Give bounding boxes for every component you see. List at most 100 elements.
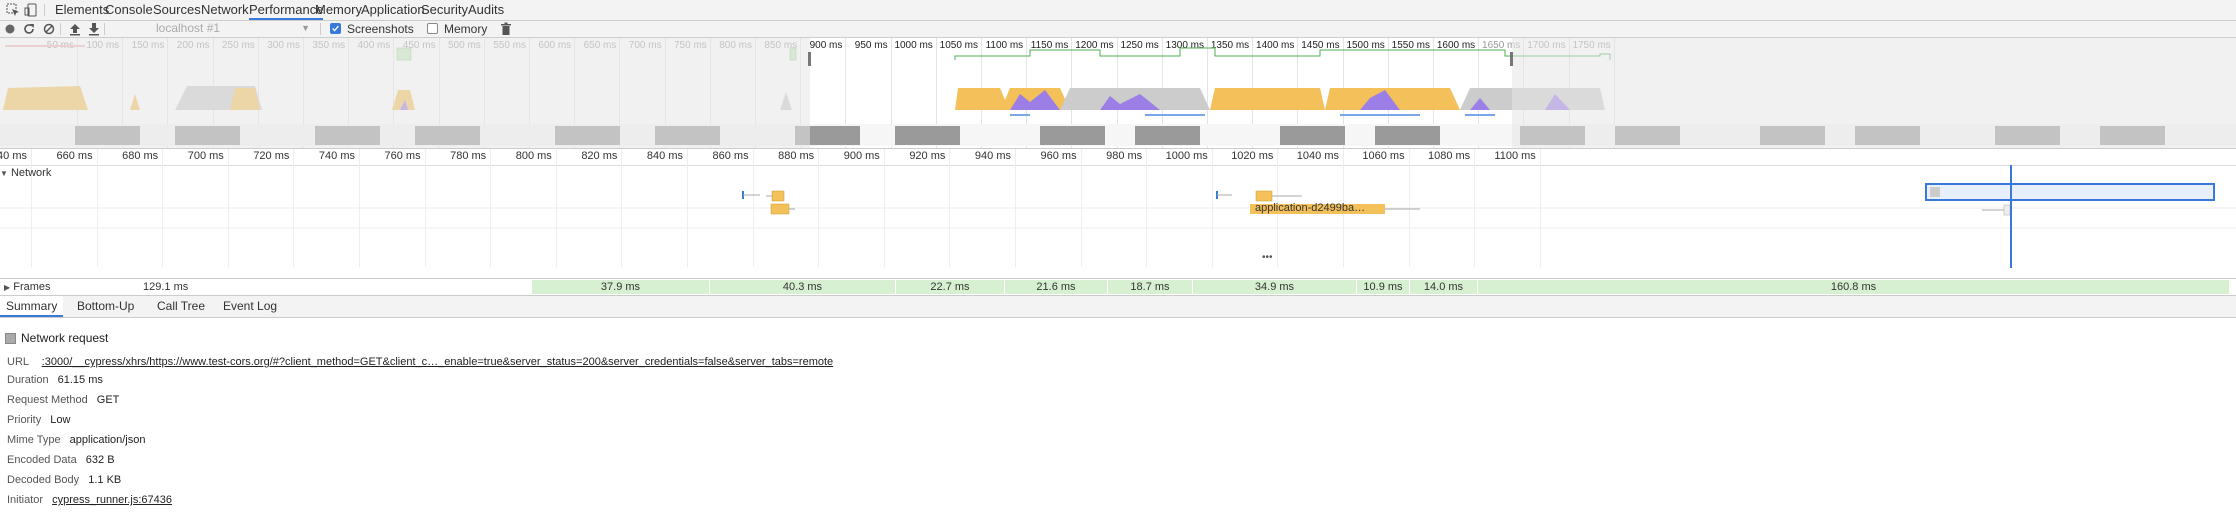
timeline-overview[interactable]: 50 ms100 ms150 ms200 ms250 ms300 ms350 m… [0,38,2236,149]
ruler-tick-label: 980 ms [1106,150,1143,162]
overview-unselected-right [1512,38,2236,148]
method-label: Request Method [7,394,88,406]
overview-unselected-left [0,38,810,148]
frame-bar[interactable]: 18.7 ms [1108,280,1193,294]
ruler-tick-label: 740 ms [318,150,355,162]
frame-bar[interactable]: 129.1 ms [0,280,530,294]
initiator-link[interactable]: cypress_runner.js:67436 [52,494,172,506]
summary-row-priority: Priority Low [7,414,70,426]
summary-row-decoded: Decoded Body 1.1 KB [7,474,121,486]
details-tab-bar: Summary Bottom-Up Call Tree Event Log [0,296,2236,318]
screenshots-checkbox[interactable] [330,23,341,34]
summary-row-encoded: Encoded Data 632 B [7,454,115,466]
profile-select-value: localhost #1 [156,21,221,35]
frame-bar[interactable]: 34.9 ms [1193,280,1357,294]
ruler-tick-label: 920 ms [909,150,946,162]
selection-handle-right[interactable] [1510,52,1513,66]
tab-security[interactable]: Security [421,0,468,20]
decoded-label: Decoded Body [7,474,80,486]
initiator-label: Initiator [7,494,44,506]
ruler-tick-label: 780 ms [450,150,487,162]
url-link[interactable]: :3000/__cypress/xhrs/https://www.test-co… [42,356,834,368]
tab-performance[interactable]: Performance [249,0,324,20]
performance-toolbar: localhost #1 ▼ Screenshots Memory [0,21,2236,38]
tab-console[interactable]: Console [105,0,153,20]
duration-value: 61.15 ms [57,374,103,386]
network-track[interactable]: ▼ Network application-d2499ba… ••• [0,165,2236,268]
tab-network[interactable]: Network [201,0,249,20]
chevron-down-icon: ▼ [301,23,310,33]
ruler-tick-label: 800 ms [515,150,552,162]
summary-row-mime: Mime Type application/json [7,434,146,446]
ruler-tick-label: 880 ms [778,150,815,162]
tab-audits[interactable]: Audits [468,0,504,20]
tab-memory[interactable]: Memory [315,0,362,20]
mime-value: application/json [69,434,146,446]
summary-row-initiator: Initiator cypress_runner.js:67436 [7,494,172,506]
tab-event-log[interactable]: Event Log [223,296,277,317]
checkmark-icon [332,25,339,32]
tab-application[interactable]: Application [361,0,425,20]
record-icon[interactable] [3,22,17,36]
ruler-tick-label: 680 ms [122,150,159,162]
frame-bar[interactable]: 21.6 ms [1005,280,1108,294]
save-profile-icon[interactable] [87,22,101,36]
network-requests-chart [0,165,2236,268]
reload-icon[interactable] [22,22,36,36]
ruler-tick-label: 1000 ms [1165,150,1208,162]
frame-bar[interactable]: 160.8 ms [1478,280,2230,294]
memory-label: Memory [444,22,488,36]
priority-value: Low [50,414,71,426]
tab-elements[interactable]: Elements [55,0,109,20]
summary-row-duration: Duration 61.15 ms [7,374,103,386]
category-swatch [5,333,16,344]
tab-sources[interactable]: Sources [153,0,201,20]
summary-title: Network request [21,331,109,345]
ruler-tick-label: 820 ms [581,150,618,162]
frame-bar[interactable]: 22.7 ms [896,280,1005,294]
screenshots-label: Screenshots [347,22,414,36]
network-request-label[interactable]: application-d2499ba… [1255,202,1365,214]
mime-label: Mime Type [7,434,61,446]
inspect-element-icon[interactable] [6,3,20,17]
ruler-tick-label: 660 ms [56,150,93,162]
load-profile-icon[interactable] [68,22,82,36]
ruler-tick-label: 860 ms [712,150,749,162]
tab-bottom-up[interactable]: Bottom-Up [77,296,134,317]
flamechart-ruler: 640 ms 660 ms 680 ms 700 ms 720 ms 740 ms 760 … [0,149,2236,166]
ruler-tick-label: 1060 ms [1362,150,1405,162]
ruler-tick-label: 700 ms [187,150,224,162]
duration-label: Duration [7,374,49,386]
frame-bar[interactable]: 10.9 ms [1357,280,1410,294]
resize-grip-icon[interactable]: ••• [1262,252,1273,263]
toolbar-separator [320,23,321,35]
device-toolbar-icon[interactable] [24,3,38,17]
trash-icon[interactable] [499,22,513,36]
url-label: URL [7,356,29,368]
summary-row-url: URL :3000/__cypress/xhrs/https://www.tes… [7,356,833,368]
tab-summary[interactable]: Summary [0,296,64,317]
ruler-tick-label: 840 ms [646,150,683,162]
selection-handle-left[interactable] [808,52,811,66]
frame-bar[interactable]: 40.3 ms [710,280,896,294]
ruler-tick-label: 1040 ms [1296,150,1339,162]
tab-call-tree[interactable]: Call Tree [157,296,205,317]
toolbar-separator [60,23,61,35]
summary-row-method: Request Method GET [7,394,119,406]
frame-bar[interactable]: 37.9 ms [532,280,710,294]
encoded-label: Encoded Data [7,454,77,466]
ruler-tick-label: 1020 ms [1231,150,1274,162]
ruler-tick-label: 1100 ms [1494,150,1536,162]
frame-bar[interactable]: 14.0 ms [1410,280,1478,294]
toolbar-separator [104,23,105,35]
frames-track[interactable]: ▶ Frames 129.1 ms 37.9 ms 40.3 ms 22.7 ms 21… [0,278,2236,296]
ruler-tick-label: 1080 ms [1427,150,1471,162]
profile-select[interactable]: localhost #1 ▼ [156,21,316,36]
clear-icon[interactable] [42,22,56,36]
devtools-tab-bar: Elements Console Sources Network Perform… [0,0,2236,21]
memory-checkbox[interactable] [427,23,438,34]
ruler-tick-label: 720 ms [253,150,290,162]
ruler-tick-label: 960 ms [1040,150,1077,162]
ruler-tick-label: 640 ms [0,150,27,162]
decoded-value: 1.1 KB [88,474,122,486]
